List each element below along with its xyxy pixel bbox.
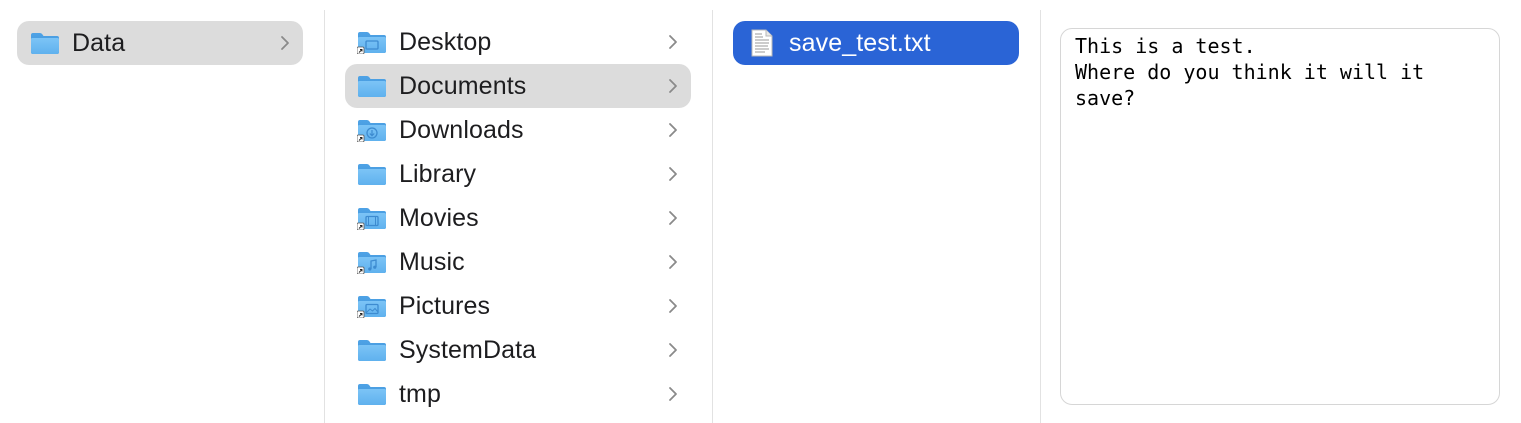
chevron-right-icon: [669, 211, 677, 225]
folder-label: SystemData: [399, 335, 537, 364]
chevron-right-icon: [669, 299, 677, 313]
chevron-right-icon: [669, 387, 677, 401]
chevron-right-icon: [669, 79, 677, 93]
file-row-save-test[interactable]: save_test.txt: [733, 21, 1019, 65]
folder-label: Data: [72, 28, 126, 57]
folder-label: Downloads: [399, 115, 524, 144]
music-folder-icon: [356, 250, 387, 275]
chevron-right-icon: [669, 343, 677, 357]
folder-label: Pictures: [399, 291, 491, 320]
column-data: Desktop Documents Downloads Library Movi…: [325, 0, 712, 423]
desktop-folder-icon: [356, 30, 387, 55]
folder-icon: [357, 162, 387, 186]
file-label: save_test.txt: [789, 28, 931, 57]
folder-row-pictures[interactable]: Pictures: [345, 284, 691, 328]
column-root: Data: [0, 0, 324, 423]
chevron-right-icon: [669, 167, 677, 181]
folder-row-tmp[interactable]: tmp: [345, 372, 691, 416]
chevron-right-icon: [669, 123, 677, 137]
folder-row-data[interactable]: Data: [17, 21, 303, 65]
pictures-folder-icon: [356, 294, 387, 319]
folder-row-desktop[interactable]: Desktop: [345, 20, 691, 64]
folder-label: Movies: [399, 203, 479, 232]
folder-icon: [357, 338, 387, 362]
folder-label: Documents: [399, 71, 527, 100]
folder-icon: [30, 31, 60, 55]
folder-icon: [357, 382, 387, 406]
folder-row-library[interactable]: Library: [345, 152, 691, 196]
text-file-icon: [751, 29, 773, 57]
chevron-right-icon: [669, 255, 677, 269]
folder-row-documents[interactable]: Documents: [345, 64, 691, 108]
folder-label: Library: [399, 159, 477, 188]
chevron-right-icon: [281, 36, 289, 50]
folder-row-music[interactable]: Music: [345, 240, 691, 284]
column-browser: Data Desktop Documents Downloads Library…: [0, 0, 1521, 423]
folder-icon: [357, 74, 387, 98]
folder-label: Music: [399, 247, 465, 276]
preview-text: This is a test. Where do you think it wi…: [1075, 34, 1425, 110]
folder-label: Desktop: [399, 27, 492, 56]
chevron-right-icon: [669, 35, 677, 49]
column-documents: save_test.txt: [713, 0, 1040, 423]
text-preview[interactable]: This is a test. Where do you think it wi…: [1060, 28, 1500, 405]
folder-row-downloads[interactable]: Downloads: [345, 108, 691, 152]
folder-label: tmp: [399, 379, 441, 408]
movies-folder-icon: [356, 206, 387, 231]
folder-row-movies[interactable]: Movies: [345, 196, 691, 240]
preview-pane: This is a test. Where do you think it wi…: [1041, 0, 1521, 423]
downloads-folder-icon: [356, 118, 387, 143]
folder-row-systemdata[interactable]: SystemData: [345, 328, 691, 372]
